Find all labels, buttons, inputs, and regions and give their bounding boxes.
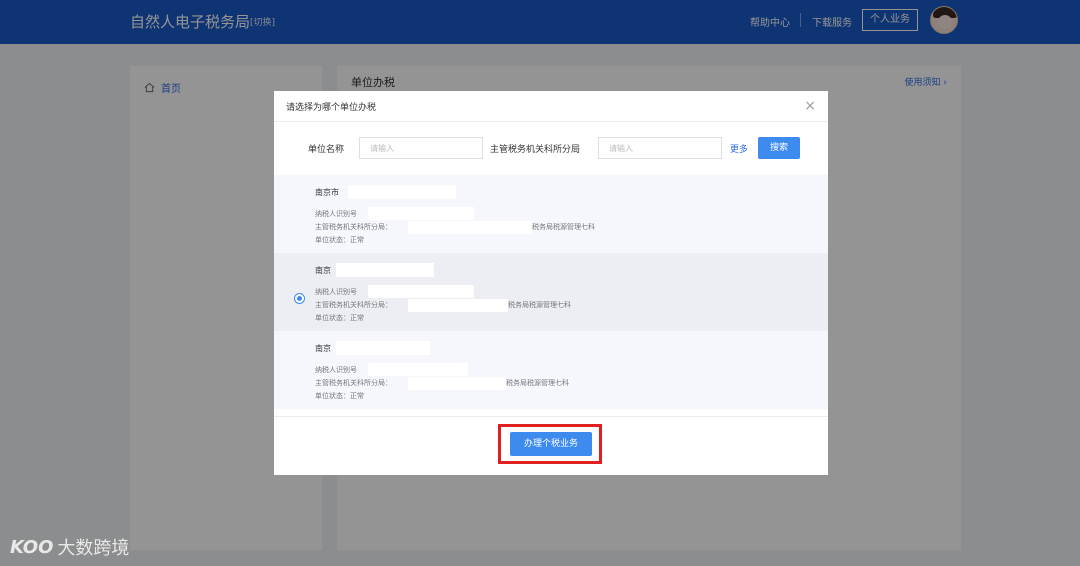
tax-office-suffix: 税务局税源管理七科 [532,223,595,231]
redacted-block [408,221,532,234]
tax-office-suffix: 税务局税源管理七科 [506,379,569,387]
watermark-logo: KOO [10,536,54,558]
tax-office-input[interactable] [598,137,722,159]
tax-office-line: 主管税务机关科所分局： [315,301,392,309]
redacted-block [368,285,474,298]
dialog-divider [274,121,828,122]
list-item[interactable]: 南京 纳税人识别号 主管税务机关科所分局： 税务局税源管理七科 单位状态：正常 [274,253,828,331]
unit-name-label: 单位名称 [308,145,345,155]
dialog-title: 请选择为哪个单位办税 [286,103,377,113]
dialog-footer-divider [274,416,828,417]
radio-selected[interactable] [294,293,305,304]
redacted-block [368,363,468,376]
watermark-text: 大数跨境 [57,538,130,559]
unit-name: 南京 [315,344,331,353]
taxpayer-id-label: 纳税人识别号 [315,288,357,296]
unit-status: 单位状态：正常 [315,314,364,322]
handle-personal-tax-button[interactable]: 办理个税业务 [510,432,592,456]
unit-name-input[interactable] [359,137,483,159]
more-filters-link[interactable]: 更多 [730,142,748,155]
tax-office-label: 主管税务机关科所分局 [490,145,581,155]
watermark: KOO 大数跨境 [10,534,129,560]
unit-name: 南京市 [315,188,339,197]
taxpayer-id-label: 纳税人识别号 [315,210,357,218]
tax-office-line: 主管税务机关科所分局： [315,223,392,231]
redacted-block [336,341,430,355]
redacted-block [408,299,508,312]
tax-office-suffix: 税务局税源管理七科 [508,301,571,309]
redacted-block [348,185,456,199]
list-item[interactable]: 南京市 纳税人识别号 主管税务机关科所分局： 税务局税源管理七科 单位状态：正常 [274,175,828,253]
taxpayer-id-label: 纳税人识别号 [315,366,357,374]
close-icon[interactable]: × [804,98,816,114]
list-item[interactable]: 南京 纳税人识别号 主管税务机关科所分局： 税务局税源管理七科 单位状态：正常 [274,331,828,409]
unit-status: 单位状态：正常 [315,392,364,400]
tax-office-line: 主管税务机关科所分局： [315,379,392,387]
unit-status: 单位状态：正常 [315,236,364,244]
redacted-block [408,377,506,390]
redacted-block [336,263,434,277]
search-button[interactable]: 搜索 [758,137,800,159]
select-unit-dialog: 请选择为哪个单位办税 × 单位名称 主管税务机关科所分局 更多 搜索 南京市 纳… [274,91,828,475]
unit-name: 南京 [315,266,331,275]
unit-list: 南京市 纳税人识别号 主管税务机关科所分局： 税务局税源管理七科 单位状态：正常… [274,175,828,409]
redacted-block [368,207,474,220]
